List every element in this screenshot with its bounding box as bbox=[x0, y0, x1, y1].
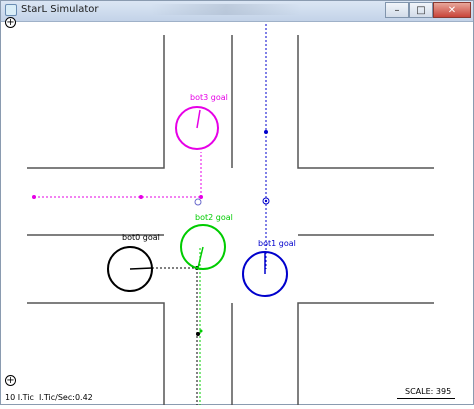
title-bar-blur bbox=[151, 4, 301, 15]
bot3-waypoint bbox=[199, 195, 203, 199]
status-readout: 10 I.Tic I.Tic/Sec:0.42 bbox=[5, 393, 93, 402]
bot3-heading bbox=[196, 109, 201, 129]
bot3[interactable]: bot3 goal bbox=[175, 93, 228, 150]
tic-count: 10 I.Tic bbox=[5, 393, 34, 402]
app-icon bbox=[5, 4, 17, 16]
title-bar[interactable]: StarL Simulator – □ ✕ bbox=[1, 1, 473, 22]
road-edge-top-right bbox=[297, 35, 434, 169]
zoom-plus-icon: + bbox=[6, 16, 15, 28]
close-button[interactable]: ✕ bbox=[433, 2, 471, 18]
bot0-heading bbox=[129, 267, 153, 270]
bot3-waypoint bbox=[139, 195, 143, 199]
window-controls: – □ ✕ bbox=[385, 2, 471, 18]
scale-label: SCALE: 395 bbox=[405, 387, 452, 396]
window-title: StarL Simulator bbox=[21, 4, 99, 15]
bot0-goal-label: bot0 goal bbox=[122, 233, 160, 242]
bot1-waypoint bbox=[264, 130, 268, 134]
scale-bar bbox=[397, 398, 455, 399]
zoom-in-button[interactable]: + bbox=[5, 17, 16, 28]
bot3-path bbox=[32, 152, 203, 206]
bot2[interactable]: bot2 goal bbox=[180, 213, 233, 270]
zoom-out-button[interactable]: + bbox=[5, 375, 16, 386]
bot1-path bbox=[262, 16, 270, 269]
bot2-path bbox=[196, 248, 203, 405]
bot1-waypoint-center bbox=[264, 199, 268, 203]
minimize-button[interactable]: – bbox=[385, 2, 409, 18]
bot1-goal-label: bot1 goal bbox=[258, 239, 296, 248]
simulation-canvas[interactable]: bot3 goal bot2 goal bot0 goal bot1 goal bbox=[2, 16, 474, 405]
simulation-view[interactable]: bot3 goal bot2 goal bot0 goal bot1 goal bbox=[2, 16, 474, 405]
bot0[interactable]: bot0 goal bbox=[107, 233, 160, 292]
road-edge-bottom-left-corner bbox=[27, 302, 165, 405]
maximize-button[interactable]: □ bbox=[409, 2, 433, 18]
tic-rate: I.Tic/Sec:0.42 bbox=[38, 393, 93, 402]
bot2-waypoint bbox=[196, 332, 200, 336]
bot3-waypoint bbox=[32, 195, 36, 199]
bot3-waypoint-open bbox=[194, 198, 202, 206]
road-edge-top-left bbox=[27, 35, 165, 169]
bot2-goal-label: bot2 goal bbox=[195, 213, 233, 222]
bot3-goal-label: bot3 goal bbox=[190, 93, 228, 102]
bot2-waypoint-green bbox=[199, 329, 203, 333]
zoom-plus-icon: + bbox=[6, 374, 15, 386]
starl-simulator-window: StarL Simulator – □ ✕ bot3 goal bot2 goa… bbox=[0, 0, 474, 405]
bot1[interactable]: bot1 goal bbox=[242, 239, 296, 297]
